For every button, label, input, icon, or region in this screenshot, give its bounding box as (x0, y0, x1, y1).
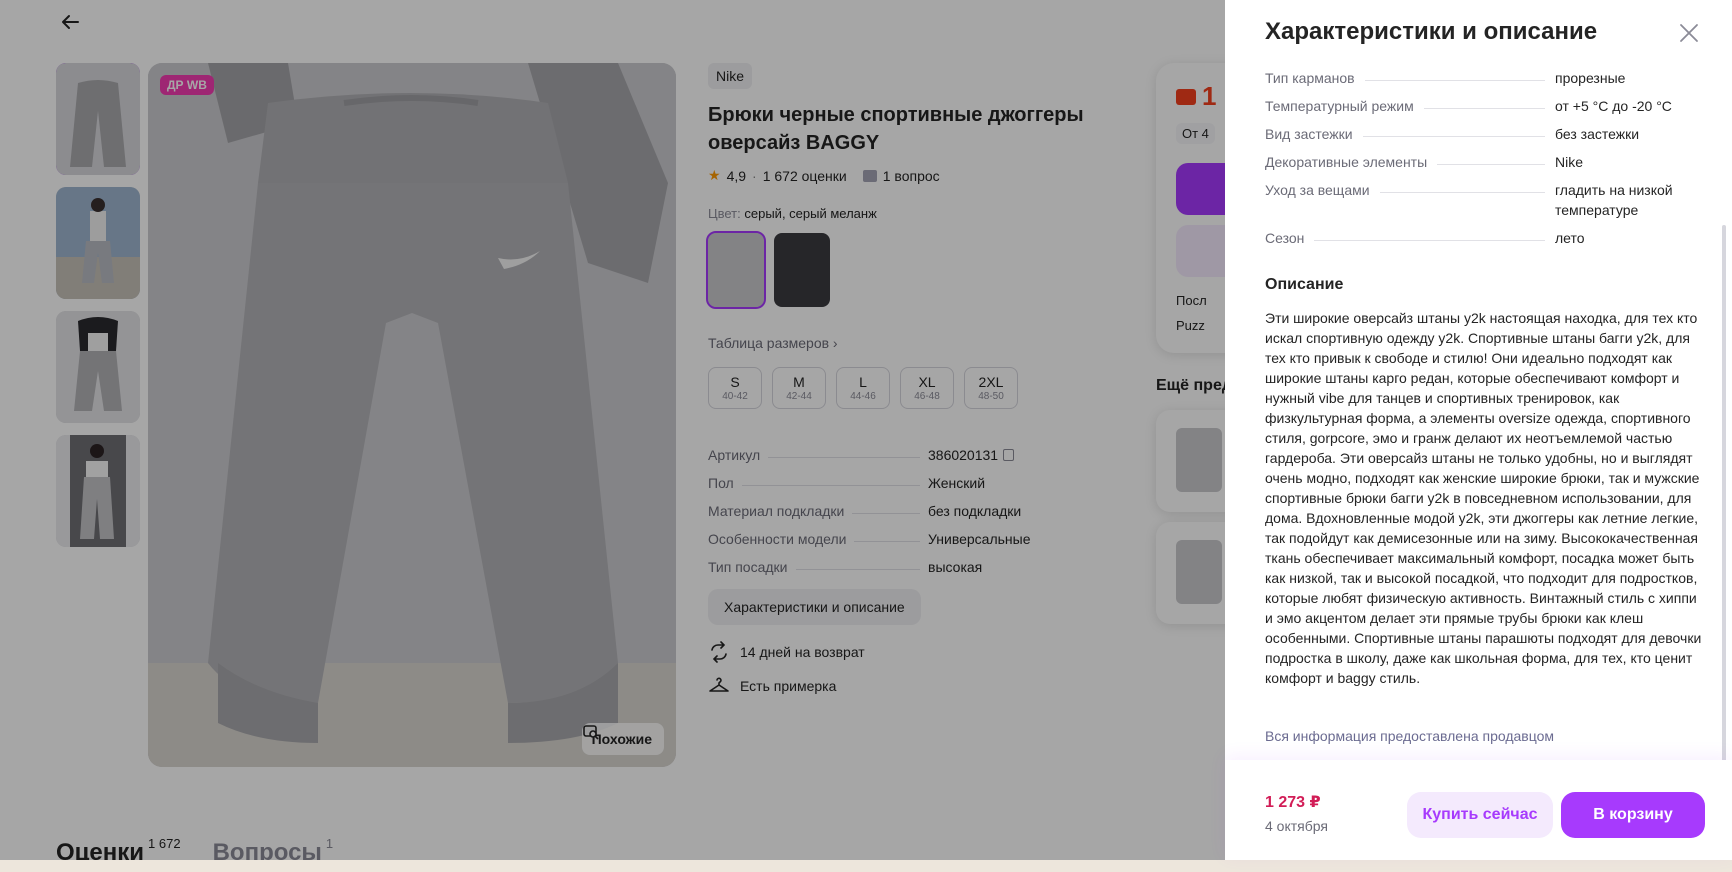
panel-footer: 1 273 ₽ 4 октября Купить сейчас В корзин… (1225, 760, 1732, 860)
characteristic-row: Уход за вещами гладить на низкой температ… (1265, 182, 1673, 218)
characteristics-list: Тип карманов прорезные Температурный режи… (1265, 68, 1695, 256)
panel-scroll-area[interactable]: Тип карманов прорезные Температурный режи… (1225, 68, 1732, 760)
characteristic-row: Тип карманов прорезные (1265, 70, 1626, 86)
close-icon (1680, 24, 1698, 42)
characteristics-panel: Характеристики и описание Тип карманов пр… (1225, 0, 1732, 860)
bottom-strip (0, 860, 1732, 872)
footer-price: 1 273 ₽ (1265, 794, 1321, 811)
characteristic-row: Вид застежки без застежки (1265, 126, 1640, 142)
buy-now-button[interactable]: Купить сейчас (1407, 792, 1553, 838)
panel-title: Характеристики и описание (1265, 18, 1598, 45)
footer-delivery-date: 4 октября (1265, 818, 1328, 834)
description-title: Описание (1265, 276, 1344, 293)
seller-note: Вся информация предоставлена продавцом (1265, 728, 1555, 744)
description-text: Эти широкие оверсайз штаны y2k настоящая… (1265, 310, 1702, 686)
characteristic-row: Декоративные элементы Nike (1265, 154, 1584, 170)
add-to-cart-button[interactable]: В корзину (1561, 792, 1705, 838)
close-button[interactable] (1678, 22, 1700, 44)
characteristic-row: Температурный режим от +5 °С до -20 °С (1265, 98, 1672, 114)
characteristic-row: Сезон лето (1265, 230, 1585, 246)
panel-scrollbar[interactable] (1722, 225, 1726, 765)
